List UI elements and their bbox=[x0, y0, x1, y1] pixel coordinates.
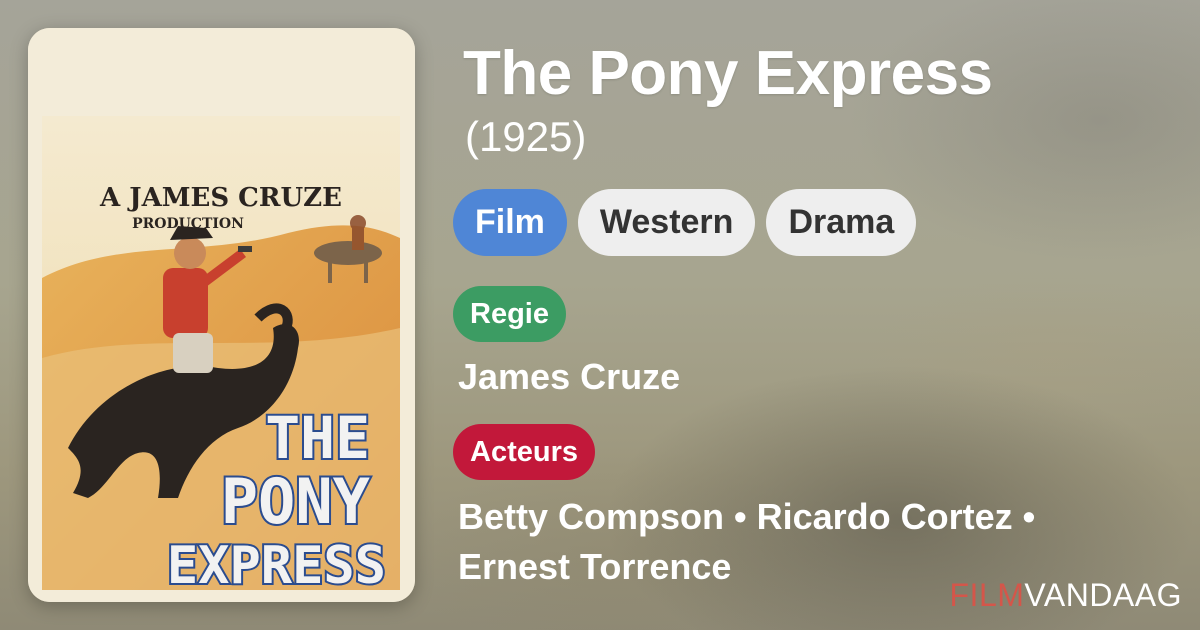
director-name[interactable]: James Cruze bbox=[458, 356, 680, 398]
genre-chips: Film Western Drama bbox=[453, 189, 917, 256]
actor-name[interactable]: Ernest Torrence bbox=[458, 546, 731, 587]
poster-sub-line: PRODUCTION bbox=[132, 216, 244, 232]
poster-artwork: A JAMES CRUZE PRODUCTION THE PONY EXPRES… bbox=[28, 28, 415, 602]
poster-title-word-1: THE bbox=[265, 404, 370, 472]
actor-separator: • bbox=[1012, 496, 1036, 537]
poster-top-line: A JAMES CRUZE bbox=[99, 183, 342, 213]
actor-name[interactable]: Ricardo Cortez bbox=[757, 496, 1013, 537]
movie-poster[interactable]: A JAMES CRUZE PRODUCTION THE PONY EXPRES… bbox=[28, 28, 415, 602]
actors-badge: Acteurs bbox=[453, 424, 595, 480]
actor-separator: • bbox=[724, 496, 757, 537]
movie-title: The Pony Express bbox=[463, 39, 993, 108]
brand-logo[interactable]: FILMVANDAAG bbox=[950, 577, 1183, 614]
poster-title-word-2: PONY bbox=[221, 465, 371, 538]
genre-chip-film[interactable]: Film bbox=[453, 189, 567, 256]
actor-name[interactable]: Betty Compson bbox=[458, 496, 724, 537]
genre-chip-drama[interactable]: Drama bbox=[766, 189, 917, 256]
brand-part-film: FILM bbox=[949, 577, 1025, 613]
movie-year: (1925) bbox=[465, 113, 587, 160]
poster-title-word-3: EXPRESS bbox=[167, 536, 386, 596]
director-badge: Regie bbox=[453, 286, 566, 342]
genre-chip-western[interactable]: Western bbox=[577, 189, 756, 256]
brand-part-vandaag: VANDAAG bbox=[1024, 577, 1182, 613]
